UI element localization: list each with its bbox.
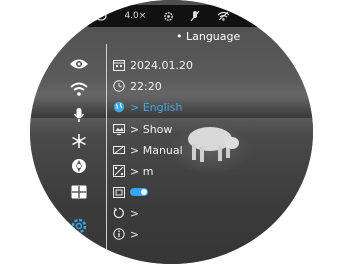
animal-silhouette (188, 127, 239, 162)
menu-item-units[interactable]: > m (112, 162, 153, 180)
toggle-switch[interactable] (130, 188, 148, 196)
menu-item-label: > (130, 206, 140, 220)
clock-time: 12:20 (246, 11, 298, 21)
units-icon (112, 164, 126, 178)
menu-item-toggle[interactable] (112, 183, 148, 201)
grid-icon[interactable] (65, 182, 93, 202)
menu-item-language[interactable]: > English (112, 98, 182, 116)
tilt-icon (112, 143, 126, 157)
battery-icon (275, 11, 297, 21)
mic-icon[interactable] (65, 105, 93, 125)
info-icon (112, 227, 126, 241)
calendar-icon (112, 58, 126, 72)
reset-icon (112, 206, 126, 220)
wifi-icon (217, 11, 230, 21)
aperture-icon[interactable] (65, 156, 93, 176)
menu-item-label: > Manual (130, 143, 183, 157)
viewfinder-screen: 4.0× 12:20 • Language 2024.01.20 22:20 >… (30, 0, 313, 264)
status-bar: 4.0× 12:20 (86, 5, 306, 27)
zoom-level: 4.0× (124, 11, 147, 21)
menu-item-label: > (130, 227, 140, 241)
time-text: 12:20 (246, 11, 272, 21)
settings-icon[interactable] (65, 216, 93, 236)
toggle-box-icon (112, 185, 126, 199)
eye-icon[interactable] (65, 54, 93, 74)
menu-item-label: > m (130, 164, 154, 178)
menu-item-reset[interactable]: > (112, 204, 139, 222)
no-wifi-slash-icon (94, 11, 108, 21)
menu-item-time[interactable]: 22:20 (112, 77, 162, 95)
menu-item-label: > Show (130, 122, 173, 136)
mic-slash-icon (190, 10, 200, 22)
menu-item-tilt[interactable]: > Manual (112, 141, 183, 159)
menu-item-date[interactable]: 2024.01.20 (112, 56, 193, 74)
snowflake-icon[interactable] (65, 131, 93, 151)
clock-icon (112, 79, 126, 93)
gear-icon (163, 11, 174, 22)
wifi-icon[interactable] (65, 79, 93, 99)
menu-item-display[interactable]: > Show (112, 120, 172, 138)
menu-item-label: 2024.01.20 (130, 58, 193, 72)
menu-divider (106, 44, 107, 262)
image-icon (112, 122, 126, 136)
menu-item-info[interactable]: > (112, 225, 139, 243)
menu-title: • Language (176, 30, 241, 43)
globe-icon (112, 100, 126, 114)
menu-item-label: > English (130, 100, 183, 114)
menu-item-label: 22:20 (130, 79, 162, 93)
